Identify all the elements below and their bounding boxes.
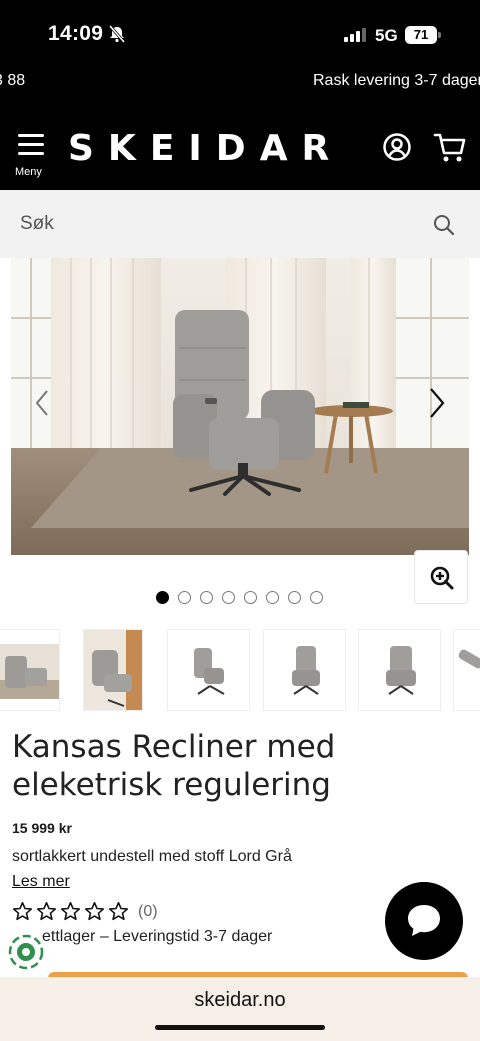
carousel-dot[interactable] (288, 591, 301, 604)
review-count: (0) (138, 902, 158, 920)
menu-label: Meny (15, 166, 42, 178)
product-title: Kansas Recliner med eleketrisk regulerin… (12, 729, 336, 803)
zoom-in-icon (430, 566, 454, 590)
chat-bubble-icon (408, 905, 440, 936)
thumbnail-3[interactable] (167, 629, 250, 711)
promo-ticker: 3 88 Rask levering 3-7 dager (0, 62, 480, 106)
stock-status: ettlager – Leveringstid 3-7 dager (42, 928, 273, 945)
thumbnail-6[interactable] (453, 629, 480, 711)
signal-icon (344, 28, 366, 42)
carousel-dot[interactable] (156, 591, 169, 604)
thumbnail-2[interactable] (83, 629, 143, 711)
star-icon (84, 901, 105, 921)
thumbnail-1[interactable] (0, 629, 60, 711)
url-text: skeidar.no (194, 989, 286, 1011)
carousel-dot[interactable] (222, 591, 235, 604)
thumbnail-strip (0, 629, 480, 711)
product-main-image[interactable] (11, 258, 469, 555)
bell-off-icon (108, 25, 126, 43)
rating-stars[interactable]: (0) (12, 901, 158, 922)
search-input[interactable] (0, 190, 480, 258)
star-icon (108, 901, 129, 921)
skeidar-logo[interactable]: SKEIDAR (68, 128, 343, 169)
star-icon (12, 901, 33, 921)
hamburger-icon (18, 134, 44, 156)
status-time: 14:09 (48, 22, 104, 45)
product-description: sortlakkert undestell med stoff Lord Grå (12, 848, 292, 865)
site-header: Meny SKEIDAR (0, 106, 480, 190)
search-icon[interactable] (433, 214, 455, 236)
cart-icon[interactable] (433, 132, 467, 164)
status-bar: 14:09 5G 71 (0, 0, 480, 62)
read-more-link[interactable]: Les mer (12, 873, 70, 891)
ticker-left-text: 3 88 (0, 72, 26, 89)
chevron-right-icon[interactable] (422, 383, 452, 423)
recliner-room-photo (11, 258, 469, 555)
battery-nub (438, 32, 441, 38)
chevron-left-icon[interactable] (28, 383, 58, 423)
carousel-dot[interactable] (178, 591, 191, 604)
carousel-dot[interactable] (200, 591, 213, 604)
ticker-right-text: Rask levering 3-7 dager (313, 72, 480, 89)
product-price: 15 999 kr (12, 820, 72, 836)
battery-icon: 71 (405, 26, 437, 44)
chat-button[interactable] (385, 882, 463, 960)
menu-button[interactable]: Meny (12, 130, 50, 182)
star-icon (60, 901, 81, 921)
browser-url-bar[interactable]: skeidar.no (0, 977, 480, 1041)
thumbnail-5[interactable] (358, 629, 441, 711)
thumbnail-4[interactable] (263, 629, 346, 711)
star-icon (36, 901, 57, 921)
carousel-dots (156, 591, 323, 604)
carousel-dot[interactable] (310, 591, 323, 604)
eco-badge-icon[interactable] (8, 934, 44, 970)
account-icon[interactable] (382, 132, 412, 162)
network-type: 5G (375, 26, 398, 45)
carousel-dot[interactable] (266, 591, 279, 604)
carousel-dot[interactable] (244, 591, 257, 604)
home-indicator[interactable] (155, 1025, 325, 1030)
zoom-button[interactable] (414, 550, 468, 604)
search-bar (0, 190, 480, 258)
